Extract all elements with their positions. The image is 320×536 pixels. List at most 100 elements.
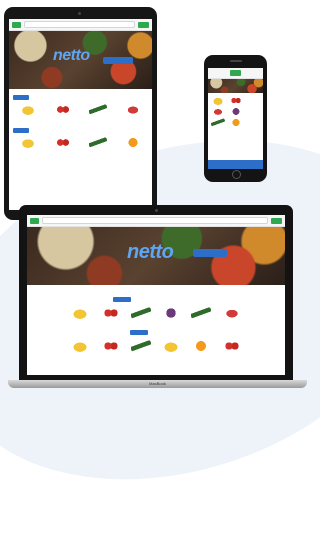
search-input[interactable] <box>24 21 135 28</box>
laptop-camera <box>155 209 158 212</box>
product-card[interactable] <box>97 307 123 319</box>
product-card[interactable] <box>219 307 245 319</box>
product-card[interactable] <box>188 307 214 319</box>
phone-screen <box>208 68 263 169</box>
tab-active[interactable] <box>13 95 29 100</box>
category-tabs-2 <box>27 328 285 337</box>
banana-icon <box>161 340 182 352</box>
tab[interactable] <box>168 297 182 302</box>
menu-button[interactable] <box>12 21 21 28</box>
category-tabs <box>9 93 152 102</box>
product-card[interactable] <box>13 137 44 148</box>
tab[interactable] <box>47 95 59 100</box>
product-card[interactable] <box>67 340 93 352</box>
tab[interactable] <box>151 330 165 335</box>
tab-active[interactable] <box>113 297 131 302</box>
tab-active[interactable] <box>13 128 29 133</box>
tab[interactable] <box>134 297 148 302</box>
tab-active[interactable] <box>130 330 148 335</box>
phone-product-grid <box>208 93 263 130</box>
product-card[interactable] <box>97 340 123 352</box>
product-card[interactable] <box>188 340 214 352</box>
product-card[interactable] <box>219 340 245 352</box>
banana-icon <box>19 137 38 148</box>
product-row <box>27 304 285 322</box>
product-card[interactable] <box>228 118 244 127</box>
product-card[interactable] <box>117 104 148 116</box>
tomato-icon <box>54 104 73 115</box>
laptop-brand-label: MacBook <box>149 381 166 386</box>
orange-icon <box>191 340 212 352</box>
tablet-screen: netto <box>9 19 152 210</box>
product-card[interactable] <box>128 307 154 319</box>
brand-logo: netto <box>127 241 174 263</box>
hero-banner: netto <box>27 227 285 285</box>
tab[interactable] <box>168 330 182 335</box>
hero-cta-button[interactable] <box>193 249 227 257</box>
grape-icon <box>161 307 182 319</box>
login-button[interactable] <box>271 217 282 224</box>
tab[interactable] <box>32 95 44 100</box>
cucumber-icon <box>191 307 212 319</box>
product-card[interactable] <box>48 104 79 116</box>
sort-row <box>27 285 285 289</box>
product-card[interactable] <box>228 96 244 105</box>
pepper-icon <box>221 307 242 319</box>
product-card[interactable] <box>210 107 226 116</box>
tablet-device: netto <box>4 7 157 220</box>
phone-cart-bar[interactable] <box>208 160 263 169</box>
home-button[interactable] <box>231 170 241 179</box>
banana-icon <box>70 340 91 352</box>
phone-menu-button[interactable] <box>230 70 241 76</box>
phone-device <box>204 55 267 182</box>
grape-icon <box>229 107 243 116</box>
product-card[interactable] <box>67 307 93 319</box>
phone-topbar <box>208 68 263 79</box>
tomato-icon <box>100 340 121 352</box>
tablet-camera <box>78 12 81 15</box>
category-tabs <box>27 295 285 304</box>
phone-hero <box>208 79 263 93</box>
tomato-icon <box>54 137 73 148</box>
hero-cta-button[interactable] <box>103 57 133 64</box>
cucumber-icon <box>88 137 107 148</box>
brand-logo: netto <box>53 47 90 64</box>
cucumber-icon <box>211 118 225 127</box>
hero-banner: netto <box>9 31 152 89</box>
product-card[interactable] <box>117 137 148 148</box>
tablet-topbar <box>9 19 152 31</box>
cucumber-icon <box>130 307 151 319</box>
product-card[interactable] <box>158 340 184 352</box>
laptop-device: netto <box>19 205 293 381</box>
tomato-icon <box>100 307 121 319</box>
phone-speaker <box>229 60 242 62</box>
pepper-icon <box>123 104 142 115</box>
banana-icon <box>70 307 91 319</box>
tab[interactable] <box>151 297 165 302</box>
tab[interactable] <box>62 95 74 100</box>
tab[interactable] <box>32 128 44 133</box>
tab[interactable] <box>185 297 199 302</box>
menu-button[interactable] <box>30 217 39 224</box>
product-card[interactable] <box>128 340 154 352</box>
product-card[interactable] <box>210 96 226 105</box>
product-card[interactable] <box>228 107 244 116</box>
product-card[interactable] <box>158 307 184 319</box>
banana-icon <box>19 104 38 115</box>
product-card[interactable] <box>210 118 226 127</box>
product-card[interactable] <box>83 104 114 116</box>
product-row-2 <box>9 135 152 150</box>
cucumber-icon <box>130 340 151 352</box>
banana-icon <box>211 96 225 105</box>
product-row <box>9 102 152 118</box>
pepper-icon <box>211 107 225 116</box>
product-card[interactable] <box>13 104 44 116</box>
search-input[interactable] <box>42 217 268 224</box>
product-card[interactable] <box>83 137 114 148</box>
login-button[interactable] <box>138 21 149 28</box>
product-card[interactable] <box>48 137 79 148</box>
laptop-base: MacBook <box>8 380 307 388</box>
product-row-2 <box>27 337 285 355</box>
category-tabs-2 <box>9 126 152 135</box>
laptop-topbar <box>27 215 285 227</box>
